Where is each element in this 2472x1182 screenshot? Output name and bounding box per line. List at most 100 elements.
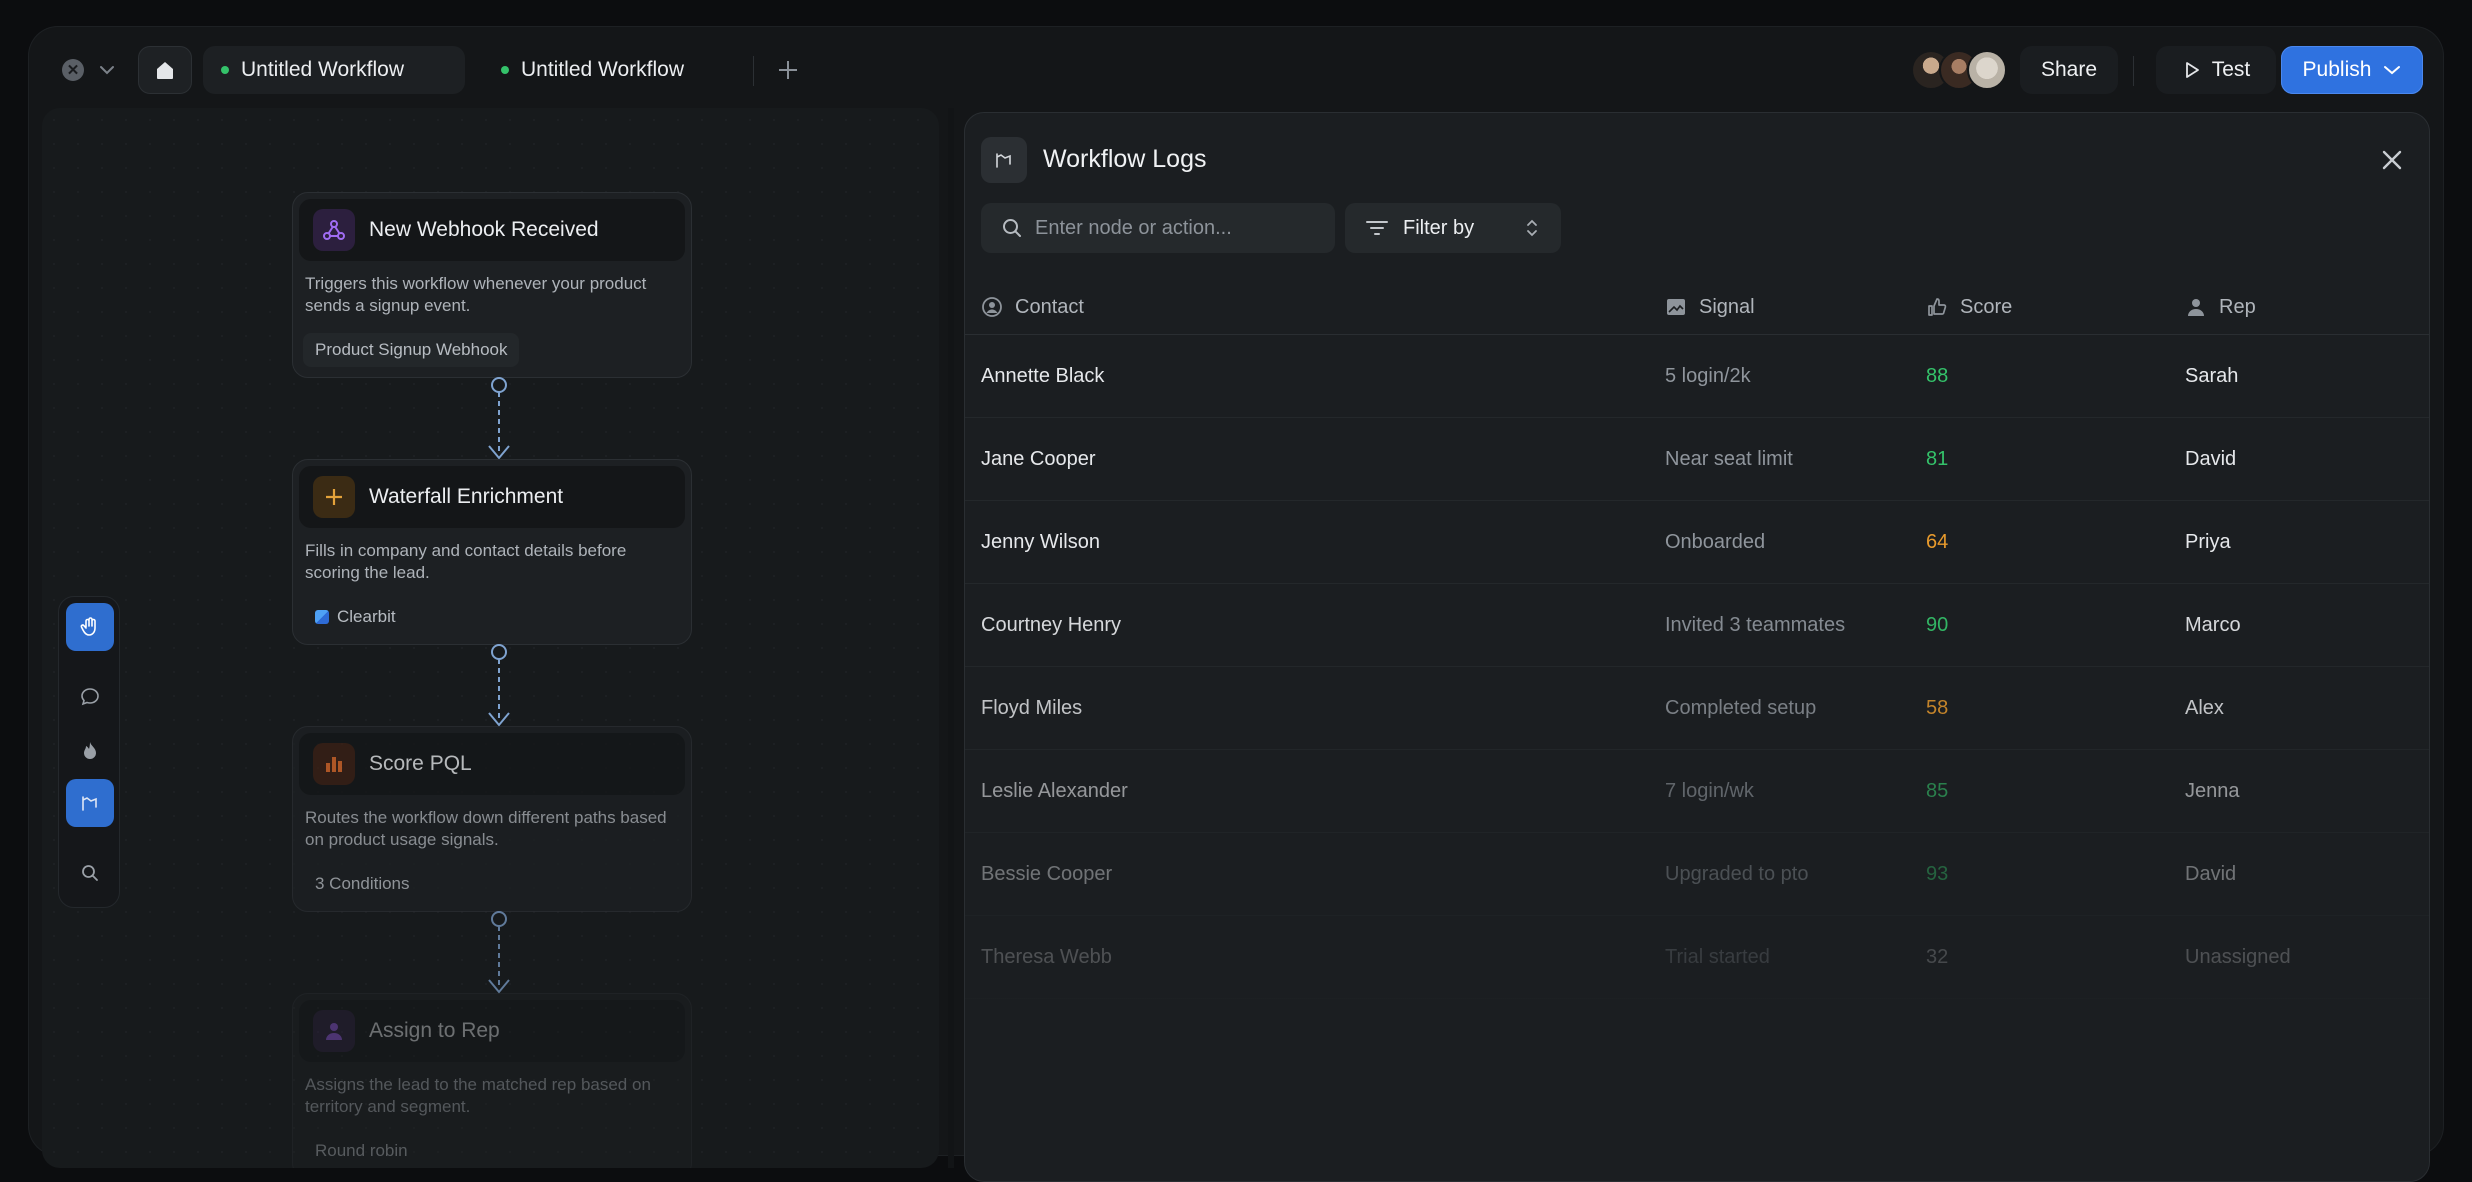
score-cell: 88 — [1926, 365, 1949, 387]
table-header: Contact Signal Score Rep — [965, 279, 2429, 335]
node-chip: Product Signup Webhook — [303, 333, 520, 367]
table-row[interactable]: Jane Cooper Near seat limit 81 David — [965, 418, 2429, 501]
hand-tool-button[interactable] — [66, 603, 114, 651]
contact-cell: Leslie Alexander — [981, 780, 1128, 802]
table-row[interactable]: Floyd Miles Completed setup 58 Alex — [965, 667, 2429, 750]
plus-icon — [313, 476, 355, 518]
home-button[interactable] — [138, 46, 192, 94]
activity-icon — [981, 137, 1027, 183]
table-row[interactable]: Courtney Henry Invited 3 teammates 90 Marco — [965, 584, 2429, 667]
signal-cell: Onboarded — [1665, 531, 1766, 553]
workflow-logs-panel: Workflow Logs Enter node or action... Fi… — [964, 112, 2430, 1182]
node-connector — [488, 911, 510, 994]
filter-dropdown[interactable]: Filter by — [1345, 203, 1561, 253]
tool-rail — [58, 596, 120, 908]
rep-cell: Jenna — [2185, 780, 2240, 802]
publish-button[interactable]: Publish — [2281, 46, 2423, 94]
clearbit-logo-icon — [315, 610, 329, 624]
collaborator-avatars[interactable] — [1911, 50, 2007, 90]
rep-cell: Priya — [2185, 531, 2231, 553]
node-header: Waterfall Enrichment — [299, 466, 685, 528]
signal-cell: Completed setup — [1665, 697, 1817, 719]
close-icon[interactable] — [2379, 147, 2405, 173]
score-cell: 64 — [1926, 531, 1949, 553]
signal-cell: Invited 3 teammates — [1665, 614, 1846, 636]
tab-workflow-1[interactable]: Untitled Workflow — [203, 46, 465, 94]
chevron-down-icon[interactable] — [96, 59, 118, 81]
search-icon — [82, 865, 98, 881]
tab-label: Untitled Workflow — [521, 58, 684, 81]
node-description: Fills in company and contact details bef… — [305, 541, 627, 582]
node-description: Triggers this workflow whenever your pro… — [305, 274, 647, 315]
filter-label: Filter by — [1403, 216, 1475, 239]
search-placeholder: Enter node or action... — [1035, 216, 1232, 239]
column-header-contact[interactable]: Contact — [981, 279, 1084, 335]
panel-resize-handle[interactable] — [948, 108, 954, 1168]
plus-icon — [779, 61, 797, 79]
status-dot-icon — [221, 66, 229, 74]
comment-tool-button[interactable] — [66, 673, 114, 721]
node-header: New Webhook Received — [299, 199, 685, 261]
table-row[interactable]: Annette Black 5 login/2k 88 Sarah — [965, 335, 2429, 418]
node-header: Assign to Rep — [299, 1000, 685, 1062]
rep-cell: David — [2185, 448, 2237, 470]
tab-workflow-2[interactable]: Untitled Workflow — [483, 46, 743, 94]
score-cell: 85 — [1926, 780, 1949, 802]
panel-title: Workflow Logs — [1043, 145, 1207, 173]
node-title: New Webhook Received — [369, 218, 599, 241]
contact-icon — [982, 297, 1002, 317]
node-title: Score PQL — [369, 752, 472, 775]
new-tab-button[interactable] — [770, 52, 806, 88]
fade-overlay — [965, 903, 2429, 1181]
divider — [753, 56, 754, 86]
play-icon — [2185, 62, 2199, 78]
search-tool-button[interactable] — [66, 849, 114, 897]
workflow-canvas[interactable]: New Webhook Received Triggers this workf… — [42, 108, 939, 1168]
filter-icon — [1366, 221, 1388, 235]
table-row[interactable]: Leslie Alexander 7 login/wk 85 Jenna — [965, 750, 2429, 833]
contact-cell: Floyd Miles — [981, 697, 1083, 719]
test-label: Test — [2211, 58, 2251, 81]
chevron-updown-icon — [1527, 219, 1537, 237]
contact-cell: Jane Cooper — [981, 448, 1096, 470]
divider — [2133, 56, 2134, 86]
node-title: Waterfall Enrichment — [369, 485, 564, 508]
node-title: Assign to Rep — [369, 1019, 500, 1042]
logs-tool-button[interactable] — [66, 779, 114, 827]
column-header-rep[interactable]: Rep — [2185, 279, 2256, 335]
rep-cell: Sarah — [2185, 365, 2239, 387]
score-cell: 90 — [1926, 614, 1949, 636]
score-cell: 58 — [1926, 697, 1949, 719]
node-chip: 3 Conditions — [315, 874, 410, 893]
signal-cell: 5 login/2k — [1665, 365, 1751, 387]
publish-label: Publish — [2302, 58, 2372, 81]
signal-cell: 7 login/wk — [1665, 780, 1754, 802]
workflow-node-enrichment[interactable]: Waterfall Enrichment Fills in company an… — [292, 459, 692, 645]
share-button[interactable]: Share — [2020, 46, 2118, 94]
column-label: Signal — [1699, 295, 1755, 318]
status-dot-icon — [501, 66, 509, 74]
workflow-node-webhook[interactable]: New Webhook Received Triggers this workf… — [292, 192, 692, 378]
column-label: Score — [1960, 295, 2013, 318]
tab-label: Untitled Workflow — [241, 58, 404, 81]
workflow-node-score[interactable]: Score PQL Routes the workflow down diffe… — [292, 726, 692, 912]
user-icon — [2188, 299, 2204, 316]
rep-cell: Marco — [2185, 614, 2241, 636]
avatar[interactable] — [1967, 50, 2007, 90]
search-input[interactable]: Enter node or action... — [981, 203, 1335, 253]
image-chart-icon — [1667, 299, 1685, 315]
column-header-score[interactable]: Score — [1926, 279, 2012, 335]
close-window-icon[interactable]: ✕ — [62, 59, 84, 81]
node-connector — [488, 644, 510, 727]
flame-icon — [84, 742, 96, 759]
score-cell: 81 — [1926, 448, 1949, 470]
top-bar: ✕ Untitled Workflow Untitled Workflow Sh… — [28, 26, 2444, 114]
table-row[interactable]: Jenny Wilson Onboarded 64 Priya — [965, 501, 2429, 584]
search-icon — [1003, 219, 1021, 237]
test-button[interactable]: Test — [2156, 46, 2276, 94]
fire-tool-button[interactable] — [66, 727, 114, 775]
column-header-signal[interactable]: Signal — [1665, 279, 1755, 335]
workflow-node-assign[interactable]: Assign to Rep Assigns the lead to the ma… — [292, 993, 692, 1168]
webhook-icon — [313, 209, 355, 251]
node-chip: Clearbit — [303, 600, 408, 634]
